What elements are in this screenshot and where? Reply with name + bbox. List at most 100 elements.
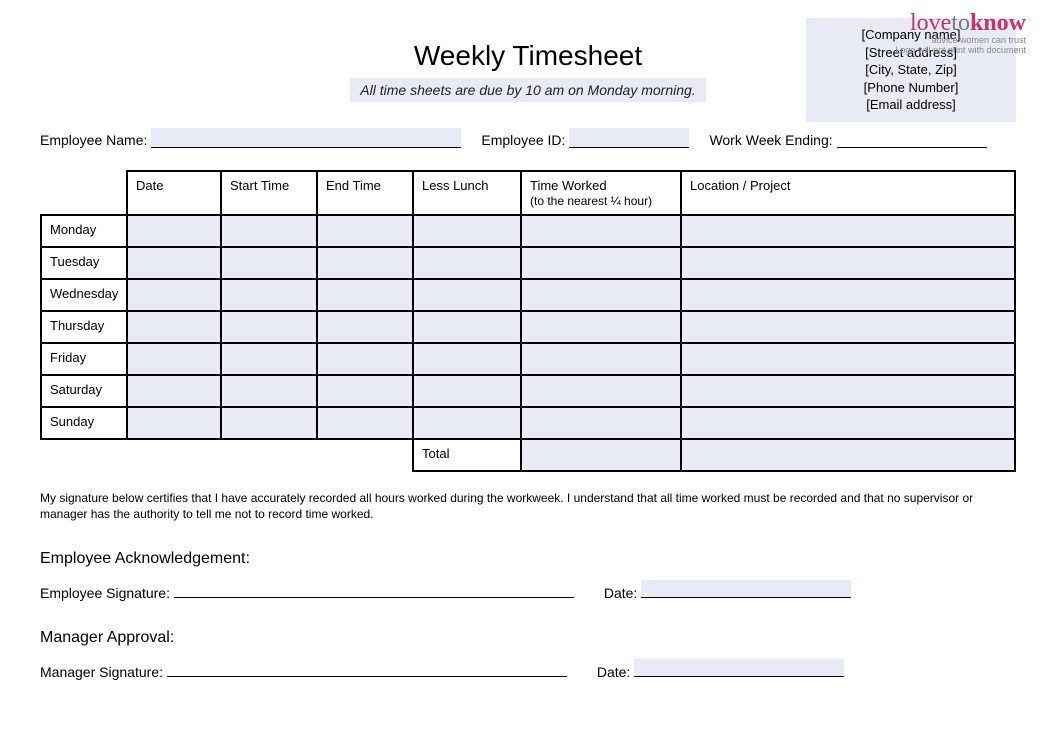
cell-end[interactable] — [317, 343, 413, 375]
cell-worked[interactable] — [521, 215, 681, 247]
employee-info-row: Employee Name: Employee ID: Work Week En… — [40, 128, 1016, 148]
work-week-ending-label: Work Week Ending: — [709, 132, 832, 148]
cell-date[interactable] — [127, 215, 221, 247]
manager-signature-label: Manager Signature: — [40, 664, 163, 680]
row-day-label: Thursday — [41, 311, 127, 343]
table-row: Wednesday — [41, 279, 1015, 311]
cell-lunch[interactable] — [413, 215, 521, 247]
row-day-label: Wednesday — [41, 279, 127, 311]
cell-location[interactable] — [681, 407, 1015, 439]
row-day-label: Tuesday — [41, 247, 127, 279]
employee-name-label: Employee Name: — [40, 132, 147, 148]
cell-worked[interactable] — [521, 375, 681, 407]
cell-date[interactable] — [127, 247, 221, 279]
cell-lunch[interactable] — [413, 343, 521, 375]
table-row: Sunday — [41, 407, 1015, 439]
cell-worked[interactable] — [521, 279, 681, 311]
employee-id-label: Employee ID: — [481, 132, 565, 148]
col-start-time: Start Time — [221, 171, 317, 215]
employee-ack-heading: Employee Acknowledgement: — [40, 550, 1016, 568]
cell-start[interactable] — [221, 343, 317, 375]
employee-id-field[interactable] — [569, 128, 689, 148]
table-total-row: Total — [41, 439, 1015, 471]
cell-location[interactable] — [681, 311, 1015, 343]
table-header-row: Date Start Time End Time Less Lunch Time… — [41, 171, 1015, 215]
manager-signature-field[interactable] — [167, 659, 567, 677]
cell-end[interactable] — [317, 247, 413, 279]
row-day-label: Saturday — [41, 375, 127, 407]
col-date: Date — [127, 171, 221, 215]
row-day-label: Monday — [41, 215, 127, 247]
total-worked[interactable] — [521, 439, 681, 471]
table-row: Saturday — [41, 375, 1015, 407]
cell-worked[interactable] — [521, 247, 681, 279]
cell-start[interactable] — [221, 311, 317, 343]
company-email: [Email address] — [816, 96, 1006, 114]
table-row: Tuesday — [41, 247, 1015, 279]
row-day-label: Friday — [41, 343, 127, 375]
work-week-ending-field[interactable] — [837, 128, 987, 148]
cell-end[interactable] — [317, 375, 413, 407]
employee-name-field[interactable] — [151, 128, 461, 148]
cell-lunch[interactable] — [413, 279, 521, 311]
cell-date[interactable] — [127, 375, 221, 407]
timesheet-table: Date Start Time End Time Less Lunch Time… — [40, 170, 1016, 472]
cell-date[interactable] — [127, 407, 221, 439]
cell-start[interactable] — [221, 375, 317, 407]
cell-worked[interactable] — [521, 311, 681, 343]
employee-signature-row: Employee Signature: Date: — [40, 580, 1016, 601]
cell-start[interactable] — [221, 407, 317, 439]
manager-date-field[interactable] — [634, 659, 844, 677]
table-row: Thursday — [41, 311, 1015, 343]
cell-end[interactable] — [317, 311, 413, 343]
cell-lunch[interactable] — [413, 247, 521, 279]
col-time-worked: Time Worked (to the nearest ¼ hour) — [521, 171, 681, 215]
logo-text-love: love — [910, 10, 951, 36]
cell-location[interactable] — [681, 375, 1015, 407]
row-day-label: Sunday — [41, 407, 127, 439]
manager-signature-row: Manager Signature: Date: — [40, 659, 1016, 680]
col-less-lunch: Less Lunch — [413, 171, 521, 215]
cell-date[interactable] — [127, 311, 221, 343]
employee-signature-field[interactable] — [174, 580, 574, 598]
cell-lunch[interactable] — [413, 375, 521, 407]
company-phone: [Phone Number] — [816, 79, 1006, 97]
timesheet-document: lovetoknow advice women can trust Logo w… — [0, 0, 1056, 700]
page-subtitle: All time sheets are due by 10 am on Mond… — [350, 78, 705, 102]
cell-end[interactable] — [317, 279, 413, 311]
cell-worked[interactable] — [521, 343, 681, 375]
cell-date[interactable] — [127, 279, 221, 311]
cell-location[interactable] — [681, 247, 1015, 279]
cell-location[interactable] — [681, 215, 1015, 247]
cell-lunch[interactable] — [413, 311, 521, 343]
cell-end[interactable] — [317, 407, 413, 439]
table-row: Monday — [41, 215, 1015, 247]
company-city-state-zip: [City, State, Zip] — [816, 61, 1006, 79]
cell-location[interactable] — [681, 343, 1015, 375]
manager-date-label: Date: — [597, 664, 630, 680]
employee-signature-label: Employee Signature: — [40, 585, 170, 601]
cell-lunch[interactable] — [413, 407, 521, 439]
certification-text: My signature below certifies that I have… — [40, 490, 1016, 522]
cell-location[interactable] — [681, 279, 1015, 311]
table-row: Friday — [41, 343, 1015, 375]
logo-text-know: know — [970, 10, 1026, 36]
col-time-worked-sub: (to the nearest ¼ hour) — [530, 194, 652, 208]
employee-ack-date-label: Date: — [604, 585, 637, 601]
cell-end[interactable] — [317, 215, 413, 247]
col-location-project: Location / Project — [681, 171, 1015, 215]
cell-start[interactable] — [221, 215, 317, 247]
cell-start[interactable] — [221, 247, 317, 279]
brand-logo: lovetoknow advice women can trust Logo w… — [895, 10, 1026, 55]
cell-date[interactable] — [127, 343, 221, 375]
col-time-worked-label: Time Worked — [530, 178, 607, 193]
total-label: Total — [413, 439, 521, 471]
cell-worked[interactable] — [521, 407, 681, 439]
logo-tagline: advice women can trust — [895, 35, 1026, 45]
col-end-time: End Time — [317, 171, 413, 215]
manager-approval-heading: Manager Approval: — [40, 629, 1016, 647]
total-location[interactable] — [681, 439, 1015, 471]
cell-start[interactable] — [221, 279, 317, 311]
employee-ack-date-field[interactable] — [641, 580, 851, 598]
logo-text-to: to — [951, 10, 970, 36]
